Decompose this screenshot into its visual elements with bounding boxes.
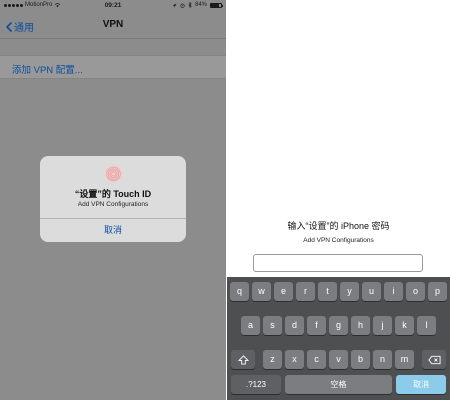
key-q[interactable]: q bbox=[230, 282, 249, 301]
key-l[interactable]: l bbox=[417, 316, 436, 335]
cancel-key[interactable]: 取消 bbox=[396, 375, 446, 394]
backspace-icon bbox=[427, 355, 441, 365]
key-d[interactable]: d bbox=[285, 316, 304, 335]
alert-title: “设置”的 Touch ID bbox=[74, 189, 152, 199]
key-c[interactable]: c bbox=[307, 350, 326, 369]
touch-id-alert: “设置”的 Touch ID Add VPN Configurations 取消 bbox=[40, 156, 186, 242]
key-h[interactable]: h bbox=[351, 316, 370, 335]
key-u[interactable]: u bbox=[362, 282, 381, 301]
passcode-subtitle: Add VPN Configurations bbox=[303, 237, 374, 244]
battery-fill bbox=[211, 3, 220, 7]
key-x[interactable]: x bbox=[285, 350, 304, 369]
key-r[interactable]: r bbox=[296, 282, 315, 301]
add-vpn-configuration-item[interactable]: 添加 VPN 配置... bbox=[12, 62, 83, 76]
touch-id-screen: MotionPro 09:21 84% 通用 VPN 添加 VPN 配置... … bbox=[0, 0, 226, 400]
key-o[interactable]: o bbox=[406, 282, 425, 301]
fingerprint-icon bbox=[105, 165, 122, 182]
location-icon bbox=[172, 3, 177, 7]
key-p[interactable]: p bbox=[428, 282, 447, 301]
numbers-key[interactable]: .?123 bbox=[231, 375, 281, 394]
navigation-bar: 通用 VPN bbox=[0, 11, 226, 39]
shift-key[interactable] bbox=[231, 350, 255, 369]
key-t[interactable]: t bbox=[318, 282, 337, 301]
vpn-list: 添加 VPN 配置... bbox=[0, 55, 226, 79]
passcode-title: 输入“设置”的 iPhone 密码 bbox=[287, 221, 390, 231]
key-n[interactable]: n bbox=[373, 350, 392, 369]
battery-percent: 84% bbox=[194, 2, 207, 8]
status-right: 84% bbox=[172, 2, 223, 8]
keyboard: .?123 空格 取消 qwertyuiop asdfghjkl zxcvbnm bbox=[227, 277, 450, 400]
key-f[interactable]: f bbox=[307, 316, 326, 335]
key-y[interactable]: y bbox=[340, 282, 359, 301]
key-w[interactable]: w bbox=[252, 282, 271, 301]
battery-tip bbox=[222, 4, 223, 7]
key-k[interactable]: k bbox=[395, 316, 414, 335]
key-s[interactable]: s bbox=[263, 316, 282, 335]
passcode-screen: 输入“设置”的 iPhone 密码 Add VPN Configurations… bbox=[227, 0, 450, 400]
key-v[interactable]: v bbox=[329, 350, 348, 369]
battery-icon bbox=[210, 2, 223, 8]
key-a[interactable]: a bbox=[241, 316, 260, 335]
delete-key[interactable] bbox=[422, 350, 446, 369]
alert-cancel-button[interactable]: 取消 bbox=[40, 219, 186, 242]
status-bar: MotionPro 09:21 84% bbox=[0, 0, 226, 11]
key-i[interactable]: i bbox=[384, 282, 403, 301]
page-title: VPN bbox=[102, 19, 124, 30]
key-b[interactable]: b bbox=[351, 350, 370, 369]
bluetooth-icon bbox=[188, 2, 192, 8]
key-g[interactable]: g bbox=[329, 316, 348, 335]
key-z[interactable]: z bbox=[263, 350, 282, 369]
alarm-icon bbox=[180, 3, 185, 8]
shift-icon bbox=[237, 355, 249, 365]
key-e[interactable]: e bbox=[274, 282, 293, 301]
passcode-input[interactable] bbox=[253, 254, 423, 272]
alert-subtitle: Add VPN Configurations bbox=[77, 201, 149, 208]
key-j[interactable]: j bbox=[373, 316, 392, 335]
key-m[interactable]: m bbox=[395, 350, 414, 369]
space-key[interactable]: 空格 bbox=[285, 375, 392, 394]
